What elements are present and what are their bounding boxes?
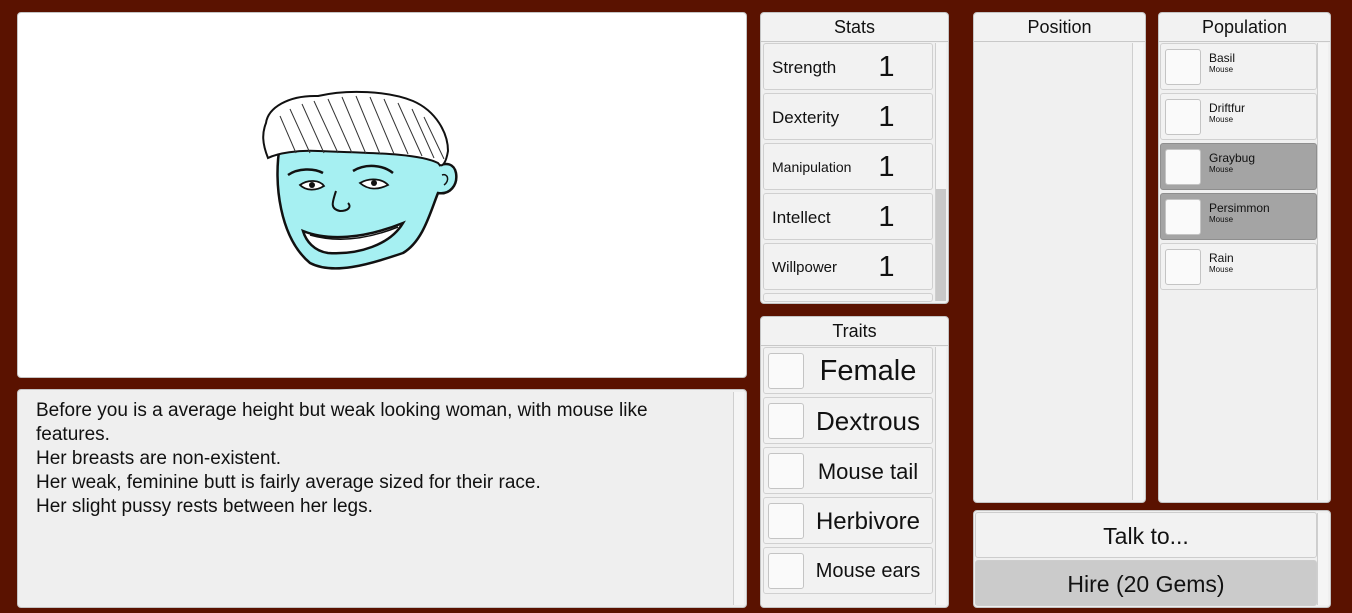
stats-header: Stats [761,13,948,42]
stat-name: Strength [772,57,837,77]
trait-icon [768,403,804,439]
stat-row-willpower: Willpower 1 [763,243,933,290]
trait-icon [768,353,804,389]
population-header: Population [1159,13,1330,42]
population-name: Rain [1209,251,1234,265]
population-item-basil[interactable]: Basil Mouse [1160,43,1317,90]
portrait-panel [17,12,747,378]
stat-value: 1 [878,151,895,183]
population-item-rain[interactable]: Rain Mouse [1160,243,1317,290]
population-name: Basil [1209,51,1236,65]
position-scrollbar[interactable] [1132,43,1143,500]
description-line: Before you is a average height but weak … [36,400,648,421]
trait-row-mouse-tail: Mouse tail [763,447,933,494]
population-panel: Population Basil Mouse Driftfur Mouse Gr… [1158,12,1331,503]
population-item-persimmon[interactable]: Persimmon Mouse [1160,193,1317,240]
traits-panel: Traits Female Dextrous Mouse tail Herbiv… [760,316,949,608]
trait-label: Dextrous [815,406,921,436]
hire-button[interactable]: Hire (20 Gems) [975,560,1317,606]
trait-label: Mouse ears [815,560,921,582]
stat-row-intellect: Intellect 1 [763,193,933,240]
description-text: Before you is a average height but weak … [36,399,726,519]
description-line: Her slight pussy rests between her legs. [36,496,373,517]
population-item-graybug[interactable]: Graybug Mouse [1160,143,1317,190]
stats-scrollbar[interactable] [935,43,946,301]
stat-value: 1 [878,251,895,283]
talk-button[interactable]: Talk to... [975,512,1317,558]
population-race: Mouse [1209,65,1234,74]
description-panel: Before you is a average height but weak … [17,389,747,608]
stats-panel: Stats Strength 1 Dexterity 1 Manipulatio… [760,12,949,304]
stat-name: Manipulation [772,159,852,175]
trait-label: Mouse tail [817,459,919,484]
trait-row-herbivore: Herbivore [763,497,933,544]
avatar [1165,199,1201,235]
avatar [1165,149,1201,185]
population-item-driftfur[interactable]: Driftfur Mouse [1160,93,1317,140]
population-race: Mouse [1209,265,1234,274]
description-line: features. [36,424,110,445]
population-race: Mouse [1209,165,1234,174]
trait-icon [768,453,804,489]
traits-scrollbar[interactable] [935,347,946,605]
traits-header: Traits [761,317,948,346]
avatar [1165,99,1201,135]
stat-name: Willpower [772,259,838,276]
trait-row-female: Female [763,347,933,394]
avatar [1165,49,1201,85]
trait-row-mouse-ears: Mouse ears [763,547,933,594]
population-name: Driftfur [1209,101,1245,115]
actions-panel: Talk to... Hire (20 Gems) [973,510,1331,608]
position-panel: Position [973,12,1146,503]
trait-row-dextrous: Dextrous [763,397,933,444]
stats-scrollbar-thumb[interactable] [936,189,946,301]
trait-icon [768,503,804,539]
description-line: Her weak, feminine butt is fairly averag… [36,472,541,493]
stat-row-dexterity: Dexterity 1 [763,93,933,140]
stat-row-partial [763,293,933,302]
trait-label: Herbivore [815,508,921,535]
description-line: Her breasts are non-existent. [36,448,282,469]
stat-name: Intellect [772,207,831,227]
population-scrollbar[interactable] [1317,43,1328,500]
character-face-icon [262,90,458,270]
stat-row-strength: Strength 1 [763,43,933,90]
stat-name: Dexterity [772,107,840,127]
stat-value: 1 [878,201,895,233]
stat-value: 1 [878,101,895,133]
avatar [1165,249,1201,285]
stat-value: 1 [878,51,895,83]
trait-label: Female [819,355,917,387]
population-name: Graybug [1209,151,1256,165]
stat-row-manipulation: Manipulation 1 [763,143,933,190]
trait-icon [768,553,804,589]
description-scrollbar[interactable] [733,392,744,605]
population-race: Mouse [1209,115,1234,124]
actions-scrollbar[interactable] [1317,513,1328,605]
population-name: Persimmon [1209,201,1270,215]
population-race: Mouse [1209,215,1234,224]
position-header: Position [974,13,1145,42]
